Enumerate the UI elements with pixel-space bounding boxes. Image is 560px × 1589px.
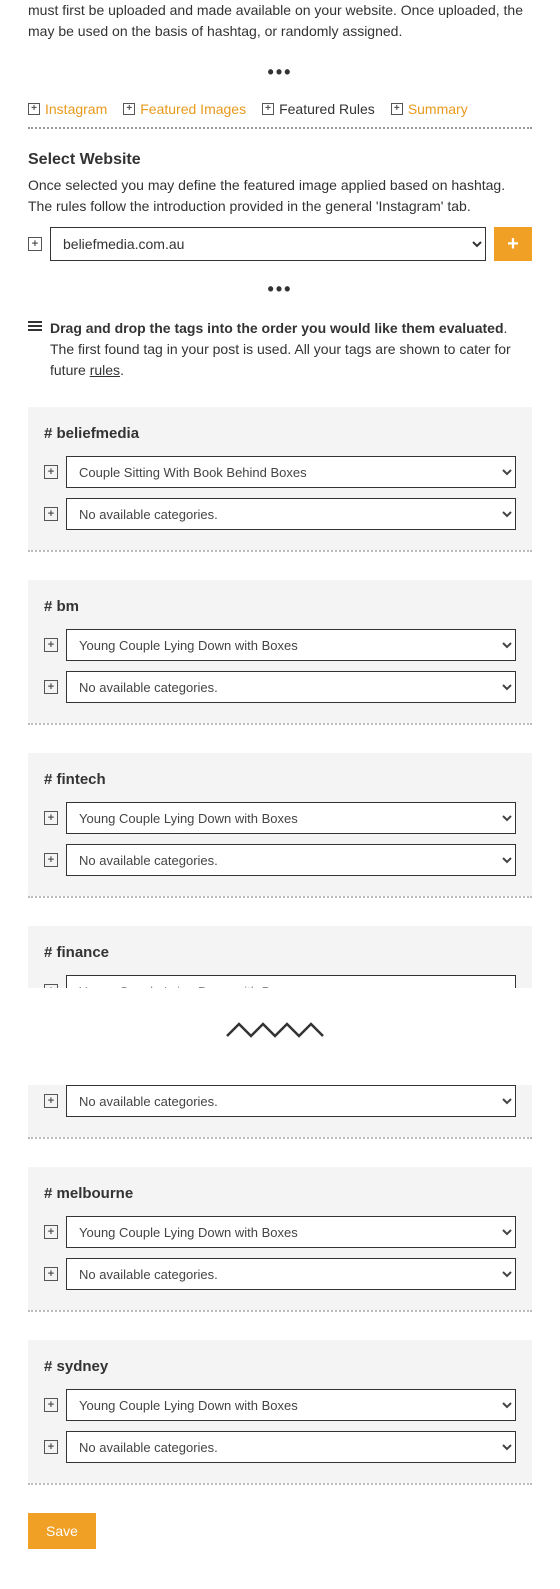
tab-bar: + Instagram + Featured Images + Featured…	[28, 101, 532, 127]
plus-icon: +	[44, 1440, 58, 1454]
plus-icon: +	[262, 103, 274, 115]
category-select[interactable]: No available categories.	[66, 671, 516, 703]
select-website-title: Select Website	[28, 151, 532, 169]
plus-icon: +	[28, 237, 42, 251]
tag-title: # beliefmedia	[44, 425, 516, 442]
tab-featured-rules[interactable]: + Featured Rules	[262, 101, 375, 117]
divider	[28, 723, 532, 725]
tag-title: # fintech	[44, 771, 516, 788]
plus-icon: +	[44, 465, 58, 479]
content-break-icon	[28, 1018, 532, 1045]
image-select[interactable]: Young Couple Lying Down with Boxes	[66, 1216, 516, 1248]
select-row: + Young Couple Lying Down with Boxes	[44, 802, 516, 834]
image-select[interactable]: Young Couple Lying Down with Boxes	[66, 629, 516, 661]
tag-title: # melbourne	[44, 1185, 516, 1202]
select-row: + No available categories.	[44, 1258, 516, 1290]
tag-card-bm[interactable]: # bm + Young Couple Lying Down with Boxe…	[28, 580, 532, 723]
category-select[interactable]: No available categories.	[66, 1085, 516, 1117]
category-select[interactable]: No available categories.	[66, 498, 516, 530]
tab-label: Instagram	[45, 101, 107, 117]
image-select[interactable]: Couple Sitting With Book Behind Boxes	[66, 456, 516, 488]
select-row: + Young Couple Lying Down with Boxes	[44, 1389, 516, 1421]
select-row: + Young Couple Lying Down with Boxes	[44, 1216, 516, 1248]
add-website-button[interactable]: +	[494, 227, 532, 261]
plus-icon: +	[44, 638, 58, 652]
ellipsis-icon: •••	[28, 62, 532, 83]
select-row: + No available categories.	[44, 844, 516, 876]
divider	[28, 127, 532, 129]
plus-icon: +	[28, 103, 40, 115]
website-select[interactable]: beliefmedia.com.au	[50, 227, 486, 261]
image-select[interactable]: Young Couple Lying Down with Boxes	[66, 802, 516, 834]
plus-icon: +	[44, 811, 58, 825]
tab-label: Featured Images	[140, 101, 246, 117]
tab-summary[interactable]: + Summary	[391, 101, 468, 117]
category-select[interactable]: No available categories.	[66, 1258, 516, 1290]
select-row: + No available categories.	[44, 498, 516, 530]
tab-label: Summary	[408, 101, 468, 117]
instruction-row: Drag and drop the tags into the order yo…	[28, 318, 532, 381]
ellipsis-icon: •••	[28, 279, 532, 300]
divider	[28, 1137, 532, 1139]
plus-icon: +	[123, 103, 135, 115]
tag-title: # bm	[44, 598, 516, 615]
divider	[28, 1483, 532, 1485]
category-select[interactable]: No available categories.	[66, 1431, 516, 1463]
select-website-desc: Once selected you may define the feature…	[28, 175, 532, 217]
website-select-row: + beliefmedia.com.au +	[28, 227, 532, 261]
tag-title: # finance	[44, 944, 516, 961]
plus-icon: +	[44, 853, 58, 867]
select-row: + Couple Sitting With Book Behind Boxes	[44, 456, 516, 488]
divider	[28, 1310, 532, 1312]
intro-text: must first be uploaded and made availabl…	[28, 0, 532, 42]
plus-icon: +	[44, 507, 58, 521]
tag-card-finance[interactable]: # finance + Young Couple Lying Down with…	[28, 926, 532, 988]
category-select[interactable]: No available categories.	[66, 844, 516, 876]
drag-handle-icon	[28, 321, 42, 331]
tab-label: Featured Rules	[279, 101, 375, 117]
tag-card-resume[interactable]: + No available categories.	[28, 1085, 532, 1137]
tab-featured-images[interactable]: + Featured Images	[123, 101, 246, 117]
divider	[28, 550, 532, 552]
select-row: + Young Couple Lying Down with Boxes	[44, 975, 516, 988]
select-row: + No available categories.	[44, 1085, 516, 1117]
tag-card-fintech[interactable]: # fintech + Young Couple Lying Down with…	[28, 753, 532, 896]
tag-card-beliefmedia[interactable]: # beliefmedia + Couple Sitting With Book…	[28, 407, 532, 550]
instruction-text: Drag and drop the tags into the order yo…	[50, 318, 532, 381]
select-row: + No available categories.	[44, 671, 516, 703]
plus-icon: +	[44, 680, 58, 694]
tag-card-melbourne[interactable]: # melbourne + Young Couple Lying Down wi…	[28, 1167, 532, 1310]
plus-icon: +	[44, 1267, 58, 1281]
plus-icon: +	[44, 984, 58, 988]
tab-instagram[interactable]: + Instagram	[28, 101, 107, 117]
select-row: + Young Couple Lying Down with Boxes	[44, 629, 516, 661]
image-select[interactable]: Young Couple Lying Down with Boxes	[66, 975, 516, 988]
divider	[28, 896, 532, 898]
plus-icon: +	[44, 1398, 58, 1412]
plus-icon: +	[391, 103, 403, 115]
plus-icon: +	[44, 1094, 58, 1108]
image-select[interactable]: Young Couple Lying Down with Boxes	[66, 1389, 516, 1421]
tag-card-sydney[interactable]: # sydney + Young Couple Lying Down with …	[28, 1340, 532, 1483]
select-row: + No available categories.	[44, 1431, 516, 1463]
plus-icon: +	[44, 1225, 58, 1239]
save-button[interactable]: Save	[28, 1513, 96, 1549]
